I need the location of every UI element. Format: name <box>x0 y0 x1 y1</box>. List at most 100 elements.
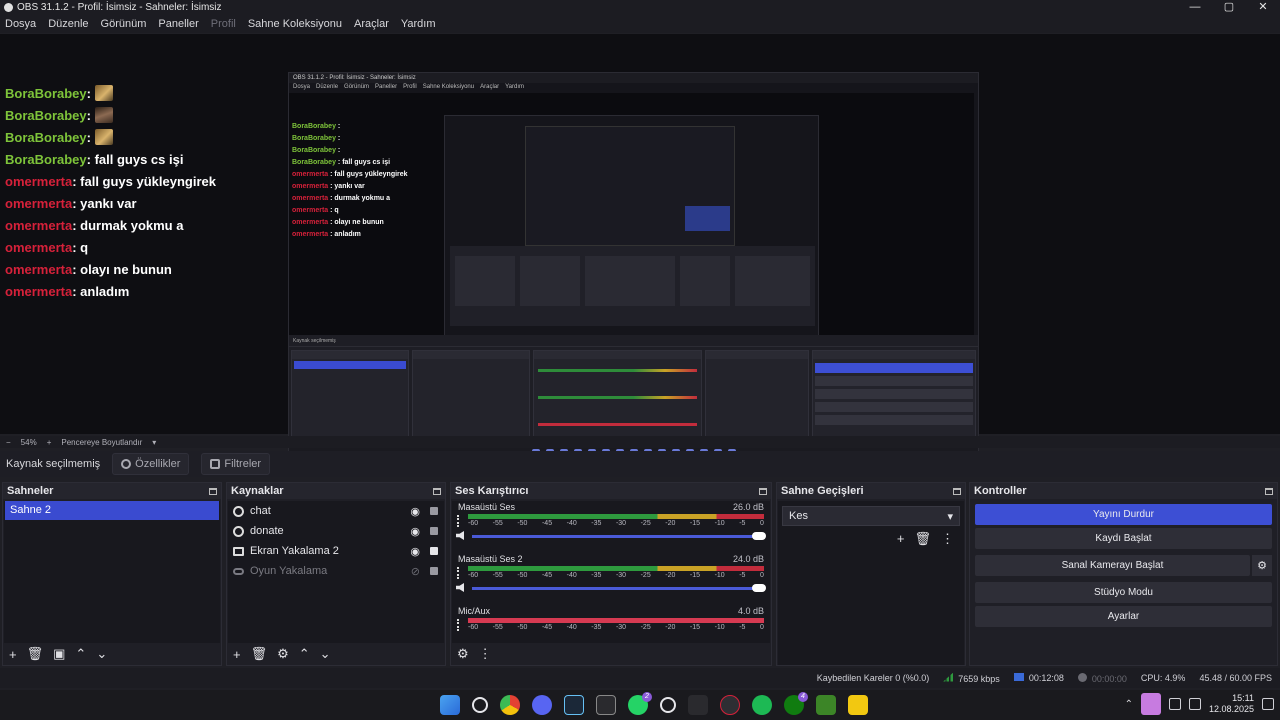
menu-help[interactable]: Yardım <box>401 18 436 30</box>
lock-icon[interactable] <box>430 507 438 515</box>
menu-scene-collection[interactable]: Sahne Koleksiyonu <box>248 18 342 30</box>
sources-title: Kaynaklar <box>231 485 284 497</box>
settings-button[interactable]: Ayarlar <box>975 606 1272 627</box>
undock-icon[interactable] <box>1265 487 1273 495</box>
fit-to-window-label[interactable]: Pencereye Boyutlandır <box>61 438 142 447</box>
volume-slider[interactable] <box>472 587 756 590</box>
obs-icon[interactable] <box>720 695 740 715</box>
gear-icon[interactable]: ⚙ <box>457 646 469 662</box>
source-item[interactable]: chat ◉ <box>228 501 444 521</box>
chevron-up-icon[interactable]: ⌃ <box>1125 699 1133 710</box>
scene-item[interactable]: Sahne 2 <box>5 501 219 520</box>
start-virtual-camera-button[interactable]: Sanal Kamerayı Başlat <box>975 555 1250 576</box>
volume-slider-handle[interactable] <box>752 532 766 540</box>
chat-message: BoraBorabey : <box>5 126 216 148</box>
minecraft-icon[interactable] <box>816 695 836 715</box>
speaker-icon[interactable] <box>456 531 464 540</box>
chat-text: : fall guys yükleyngirek <box>72 173 216 189</box>
eye-icon[interactable]: ◉ <box>410 525 420 538</box>
eye-hidden-icon[interactable]: ⊘ <box>411 565 420 578</box>
more-icon[interactable]: ⋮ <box>479 646 492 662</box>
close-button[interactable]: ✕ <box>1246 0 1280 15</box>
volume-slider-handle[interactable] <box>752 584 766 592</box>
menu-tools[interactable]: Araçlar <box>354 18 389 30</box>
gear-icon[interactable]: ⚙ <box>277 646 289 662</box>
discord-icon[interactable] <box>532 695 552 715</box>
steam-icon[interactable] <box>564 695 584 715</box>
chevron-down-icon[interactable]: ⌄ <box>320 646 331 662</box>
source-item[interactable]: Ekran Yakalama 2 ◉ <box>228 541 444 561</box>
lock-icon[interactable] <box>430 547 438 555</box>
source-item[interactable]: Oyun Yakalama ⊘ <box>228 561 444 581</box>
source-item[interactable]: donate ◉ <box>228 521 444 541</box>
trash-icon[interactable]: 🗑 <box>27 646 44 662</box>
undock-icon[interactable] <box>759 487 767 495</box>
network-icon[interactable] <box>1168 698 1181 710</box>
notifications-icon[interactable] <box>1262 698 1274 710</box>
volume-slider[interactable] <box>472 535 756 538</box>
system-tray: ⌃ 15:11 12.08.2025 <box>1125 693 1274 715</box>
trash-icon[interactable]: 🗑 <box>914 531 931 547</box>
undock-icon[interactable] <box>433 487 441 495</box>
menu-view[interactable]: Görünüm <box>101 18 147 30</box>
whatsapp-icon[interactable]: 2 <box>628 692 652 715</box>
window-controls: — ▢ ✕ <box>1178 0 1280 15</box>
preview-canvas[interactable]: BoraBorabey : BoraBorabey : BoraBorabey … <box>0 34 1280 464</box>
speaker-icon[interactable] <box>456 583 464 592</box>
more-icon[interactable] <box>457 619 459 631</box>
menu-profile[interactable]: Profil <box>211 18 236 30</box>
eye-icon[interactable]: ◉ <box>410 505 420 518</box>
spotify-icon[interactable] <box>752 695 772 715</box>
lock-icon[interactable] <box>430 527 438 535</box>
start-recording-button[interactable]: Kaydı Başlat <box>975 528 1272 549</box>
settings-app-icon[interactable] <box>660 697 676 713</box>
undock-icon[interactable] <box>209 487 217 495</box>
chat-text: : yankı var <box>72 195 137 211</box>
volume-meter <box>468 514 764 519</box>
properties-button[interactable]: Özellikler <box>112 453 190 475</box>
chevron-up-icon[interactable]: ⌃ <box>75 646 86 662</box>
zoom-out-button[interactable]: − <box>6 438 11 447</box>
eye-icon[interactable]: ◉ <box>410 545 420 558</box>
windows-start-icon[interactable] <box>440 695 460 715</box>
menu-edit[interactable]: Düzenle <box>48 18 88 30</box>
xbox-icon[interactable]: 4 <box>784 692 808 715</box>
maximize-button[interactable]: ▢ <box>1212 0 1246 15</box>
volume-icon[interactable] <box>1188 698 1201 710</box>
app-icon[interactable] <box>688 695 708 715</box>
search-icon[interactable] <box>472 697 488 713</box>
chevron-down-icon[interactable]: ▾ <box>152 438 156 447</box>
nested-chat: BoraBorabey : BoraBorabey : BoraBorabey … <box>292 123 408 243</box>
chrome-icon[interactable] <box>500 695 520 715</box>
more-icon[interactable] <box>457 567 459 579</box>
recursive-highlight <box>685 206 730 231</box>
chat-message: omermerta : durmak yokmu a <box>5 214 216 236</box>
filter-icon[interactable]: ▣ <box>53 646 65 662</box>
capcut-icon[interactable] <box>596 695 616 715</box>
studio-mode-button[interactable]: Stüdyo Modu <box>975 582 1272 603</box>
menu-file[interactable]: Dosya <box>5 18 36 30</box>
clock-date: 12.08.2025 <box>1208 704 1254 714</box>
chevron-down-icon[interactable]: ⌄ <box>96 646 107 662</box>
add-icon[interactable]: + <box>9 647 17 662</box>
lock-icon[interactable] <box>430 567 438 575</box>
trash-icon[interactable]: 🗑 <box>251 646 268 662</box>
minimize-button[interactable]: — <box>1178 0 1212 15</box>
chevron-up-icon[interactable]: ⌃ <box>299 646 310 662</box>
menu-docks[interactable]: Paneller <box>158 18 198 30</box>
add-icon[interactable]: + <box>233 647 241 662</box>
controls-title: Kontroller <box>974 485 1027 497</box>
transition-select[interactable]: Kes ▾ <box>782 506 960 526</box>
zoom-in-button[interactable]: + <box>47 438 52 447</box>
clock[interactable]: 15:11 12.08.2025 <box>1209 693 1254 715</box>
stop-streaming-button[interactable]: Yayını Durdur <box>975 504 1272 525</box>
filters-button[interactable]: Filtreler <box>201 453 271 475</box>
undock-icon[interactable] <box>953 487 961 495</box>
add-icon[interactable]: + <box>897 531 905 547</box>
app-icon[interactable] <box>848 695 868 715</box>
more-icon[interactable]: ⋮ <box>941 531 954 547</box>
channel-name: Mic/Aux <box>458 606 491 616</box>
more-icon[interactable] <box>457 515 459 527</box>
microphone-icon[interactable] <box>1140 693 1161 715</box>
gear-icon[interactable]: ⚙ <box>1252 555 1272 576</box>
